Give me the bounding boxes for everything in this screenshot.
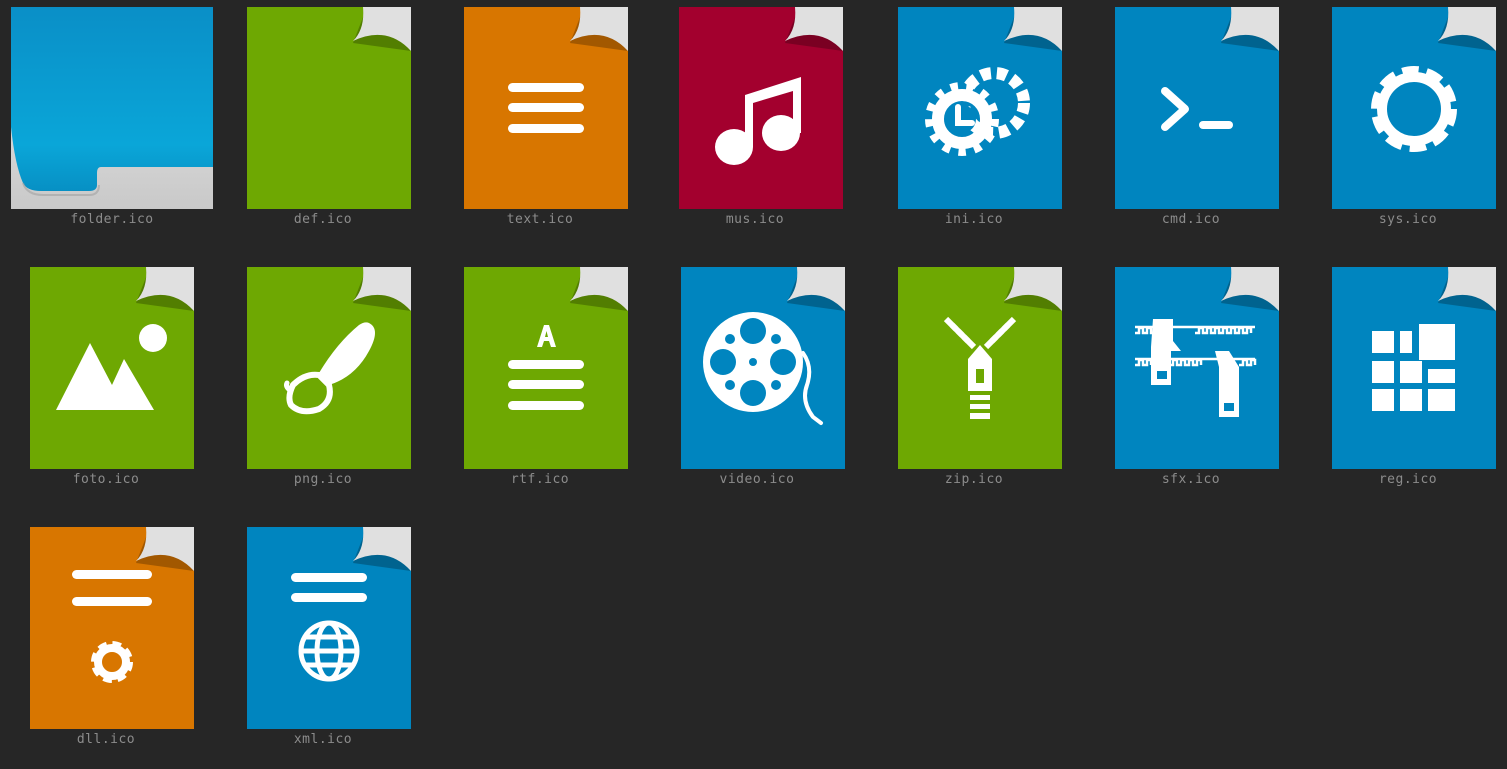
paint-brush-icon xyxy=(247,267,411,469)
file-label: text.ico xyxy=(506,212,574,227)
file-label: rtf.ico xyxy=(510,472,570,487)
file-item-dll[interactable]: dll.ico xyxy=(0,520,211,769)
file-label: reg.ico xyxy=(1378,472,1438,487)
file-item-text[interactable]: text.ico xyxy=(428,0,645,260)
gear-clock-icon xyxy=(898,7,1062,209)
document-gear-icon xyxy=(30,527,194,729)
mountain-sun-icon xyxy=(30,267,194,469)
folder-icon xyxy=(11,7,213,209)
file-label: video.ico xyxy=(719,472,795,487)
zipper-open-icon xyxy=(1115,267,1279,469)
file-label: def.ico xyxy=(293,212,353,227)
registry-blocks-icon xyxy=(1332,267,1496,469)
file-label: dll.ico xyxy=(76,732,136,747)
icon-grid: folder.ico def.ico text.ico mus.ico ini.… xyxy=(0,0,1507,769)
file-item-def[interactable]: def.ico xyxy=(211,0,428,260)
music-note-icon xyxy=(679,7,843,209)
file-item-sys[interactable]: sys.ico xyxy=(1296,0,1507,260)
file-label: foto.ico xyxy=(72,472,140,487)
file-label: ini.ico xyxy=(944,212,1004,227)
file-item-sfx[interactable]: sfx.ico xyxy=(1079,260,1296,520)
file-label: sfx.ico xyxy=(1161,472,1221,487)
file-label: sys.ico xyxy=(1378,212,1438,227)
file-label: mus.ico xyxy=(725,212,785,227)
file-label: xml.ico xyxy=(293,732,353,747)
zipper-icon xyxy=(898,267,1062,469)
blank-icon xyxy=(247,7,411,209)
terminal-prompt-icon xyxy=(1115,7,1279,209)
file-item-zip[interactable]: zip.ico xyxy=(862,260,1079,520)
file-item-rtf[interactable]: rtf.ico xyxy=(428,260,645,520)
file-item-mus[interactable]: mus.ico xyxy=(643,0,860,260)
lines-icon xyxy=(464,7,628,209)
file-item-reg[interactable]: reg.ico xyxy=(1296,260,1507,520)
file-item-xml[interactable]: xml.ico xyxy=(211,520,428,769)
file-item-video[interactable]: video.ico xyxy=(645,260,862,520)
file-label: folder.ico xyxy=(70,212,154,227)
document-globe-icon xyxy=(247,527,411,729)
file-item-cmd[interactable]: cmd.ico xyxy=(1079,0,1296,260)
file-label: zip.ico xyxy=(944,472,1004,487)
gear-icon xyxy=(1332,7,1496,209)
file-label: cmd.ico xyxy=(1161,212,1221,227)
film-reel-icon xyxy=(681,267,845,469)
file-item-foto[interactable]: foto.ico xyxy=(0,260,211,520)
letter-a-lines-icon xyxy=(464,267,628,469)
file-item-png[interactable]: png.ico xyxy=(211,260,428,520)
file-label: png.ico xyxy=(293,472,353,487)
file-item-ini[interactable]: ini.ico xyxy=(862,0,1079,260)
file-item-folder[interactable]: folder.ico xyxy=(0,0,217,260)
